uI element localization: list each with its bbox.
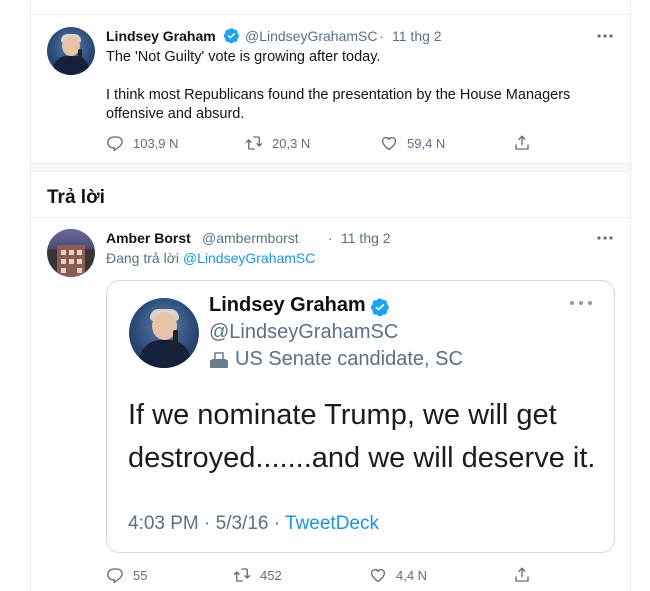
reply-author-avatar[interactable] (47, 229, 95, 277)
more-icon (570, 301, 592, 305)
like-count: 4,4 N (396, 567, 428, 583)
share-icon (515, 135, 529, 150)
tweet-text-line1: The 'Not Guilty' vote is growing after t… (106, 49, 381, 65)
reply-icon (107, 136, 123, 152)
like-action[interactable]: 4,4 N (369, 566, 427, 584)
screenshot-handle: @LindseyGrahamSC (209, 321, 399, 343)
dot-separator: · (328, 230, 333, 246)
author-handle[interactable]: @LindseyGrahamSC (245, 28, 378, 44)
replying-to: Đang trả lời @LindseyGrahamSC (106, 250, 315, 266)
reply-action[interactable]: 103,9 N (106, 134, 179, 152)
replying-prefix: Đang trả lời (106, 250, 179, 266)
timeline-column: Lindsey Graham @LindseyGrahamSC · 11 thg… (30, 0, 631, 591)
reply-action[interactable]: 55 (106, 566, 147, 584)
replying-handle-link[interactable]: @LindseyGrahamSC (183, 250, 316, 266)
screenshot-author-name: Lindsey Graham (209, 294, 366, 316)
retweet-count: 452 (260, 567, 282, 583)
verified-badge-icon (370, 298, 389, 317)
author-avatar[interactable] (47, 27, 95, 75)
retweet-action[interactable]: 20,3 N (245, 134, 310, 152)
more-icon[interactable] (595, 26, 615, 46)
retweet-icon (233, 568, 251, 582)
section-divider (31, 163, 630, 172)
retweet-icon (245, 136, 263, 150)
share-icon (515, 567, 529, 582)
share-action[interactable] (513, 566, 531, 584)
verified-badge-icon (223, 28, 239, 44)
ballot-box-icon (210, 352, 228, 368)
reply-count: 103,9 N (133, 135, 179, 151)
replies-header: Trả lời (47, 187, 105, 208)
screenshot-bio-label: US Senate candidate, SC (235, 348, 463, 370)
screenshot-timestamp: 4:03 PM · 5/3/16 · (128, 513, 286, 534)
more-icon[interactable] (595, 228, 615, 248)
retweet-count: 20,3 N (272, 135, 311, 151)
reply-icon (107, 568, 123, 584)
retweet-action[interactable]: 452 (233, 566, 282, 584)
reply-date[interactable]: 11 thg 2 (341, 230, 391, 246)
like-count: 59,4 N (407, 135, 446, 151)
tweet-date[interactable]: 11 thg 2 (392, 28, 442, 44)
screenshot-source: TweetDeck (285, 513, 379, 534)
dot-separator: · (379, 28, 384, 44)
author-name[interactable]: Lindsey Graham (106, 28, 216, 44)
tweet-text-line2: I think most Republicans found the prese… (106, 87, 571, 122)
reply-author-name[interactable]: Amber Borst (106, 230, 191, 246)
attached-tweet-screenshot[interactable]: Lindsey Graham @LindseyGrahamSC US Senat… (106, 280, 615, 553)
like-action[interactable]: 59,4 N (380, 134, 445, 152)
reply-author-handle[interactable]: @ambermborst (202, 230, 299, 246)
screenshot-footer: 4:03 PM · 5/3/16 · TweetDeck (128, 513, 379, 535)
share-action[interactable] (513, 134, 531, 152)
reply-count: 55 (133, 567, 148, 583)
like-icon (381, 136, 397, 151)
main-tweet[interactable]: Lindsey Graham @LindseyGrahamSC · 11 thg… (31, 0, 630, 165)
like-icon (370, 568, 386, 583)
screenshot-avatar (129, 298, 199, 368)
screenshot-tweet-text: If we nominate Trump, we will get destro… (128, 399, 596, 474)
